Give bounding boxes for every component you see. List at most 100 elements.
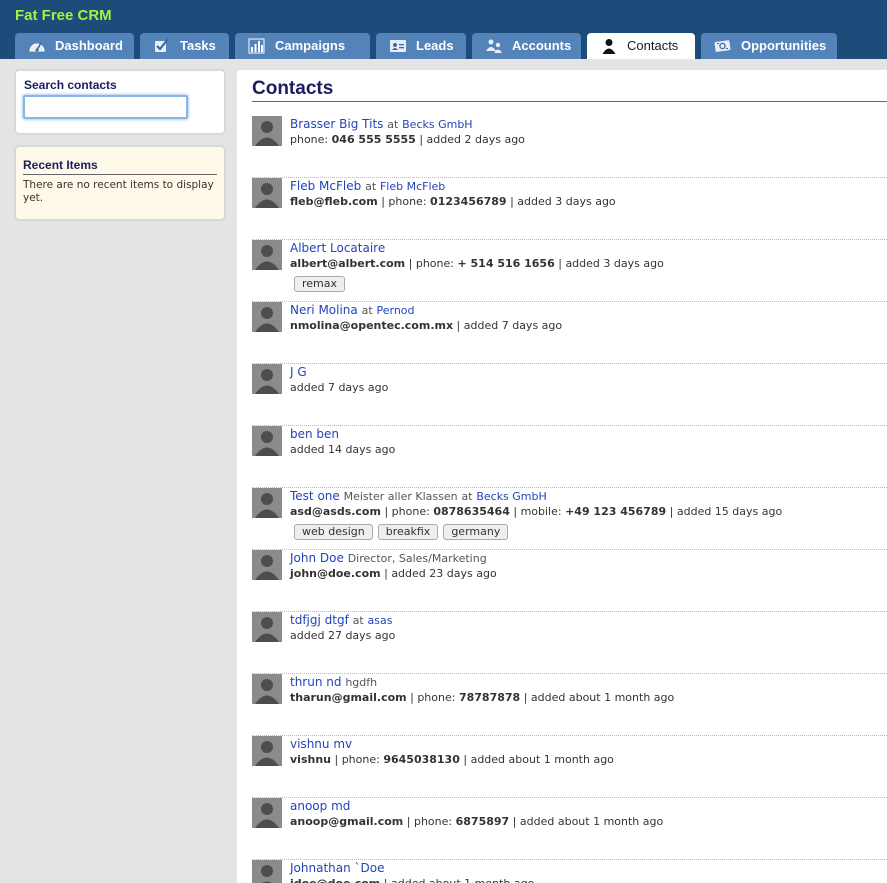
contact-name-link[interactable]: Brasser Big Tits (290, 117, 383, 131)
avatar[interactable] (252, 240, 282, 270)
avatar[interactable] (252, 178, 282, 208)
leads-icon (389, 38, 407, 54)
app-title[interactable]: Fat Free CRM (15, 7, 112, 24)
at-text: at (365, 180, 377, 193)
contact-name-link[interactable]: anoop md (290, 799, 350, 813)
contact-details-line: tharun@gmail.com | phone: 78787878 | add… (290, 690, 674, 706)
tab-contacts[interactable]: Contacts (587, 33, 695, 59)
phone-value: 046 555 5555 (331, 133, 416, 146)
avatar[interactable] (252, 674, 282, 704)
main-content: Contacts Brasser Big Tits at Becks GmbH p… (237, 70, 887, 883)
tag[interactable]: breakfix (377, 524, 439, 540)
avatar[interactable] (252, 116, 282, 146)
phone-value: + 514 516 1656 (457, 257, 555, 270)
separator: | (405, 257, 416, 270)
contact-name-link[interactable]: Johnathan `Doe (290, 861, 385, 875)
tasks-icon (153, 38, 171, 54)
at-text: at (352, 614, 364, 627)
separator: | (406, 691, 418, 704)
tab-label: Campaigns (275, 38, 346, 53)
contact-name-link[interactable]: thrun nd (290, 675, 342, 689)
search-title: Search contacts (24, 78, 117, 92)
tab-campaigns[interactable]: Campaigns (235, 33, 370, 59)
avatar[interactable] (252, 550, 282, 580)
contact-email: vishnu (290, 753, 331, 766)
contact-name-link[interactable]: J G (290, 365, 307, 379)
tag-list: web design breakfix germany (294, 524, 513, 540)
avatar[interactable] (252, 302, 282, 332)
contact-name-link[interactable]: Neri Molina (290, 303, 358, 317)
contact-name-link[interactable]: Fleb McFleb (290, 179, 361, 193)
company-link[interactable]: Becks GmbH (476, 490, 546, 503)
company-link[interactable]: Pernod (376, 304, 414, 317)
contact-name-link[interactable]: vishnu mv (290, 737, 352, 751)
contact-header-line: Fleb McFleb at Fleb McFleb (290, 178, 445, 195)
separator: | (506, 195, 518, 208)
tab-leads[interactable]: Leads (376, 33, 466, 59)
contact-added: added about 1 month ago (391, 877, 534, 883)
avatar[interactable] (252, 612, 282, 642)
contact-header-line: ben ben (290, 426, 339, 442)
tab-dashboard[interactable]: Dashboard (15, 33, 134, 59)
contact-added: added 3 days ago (517, 195, 616, 208)
company-link[interactable]: Becks GmbH (402, 118, 472, 131)
company-link[interactable]: Fleb McFleb (380, 180, 445, 193)
contact-details-line: nmolina@opentec.com.mx | added 7 days ag… (290, 318, 562, 334)
contact-email: john@doe.com (290, 567, 381, 580)
company-link[interactable]: asas (368, 614, 393, 627)
phone-label: phone: (290, 133, 332, 146)
separator: | (403, 815, 414, 828)
contact-header-line: tdfjgj dtgf at asas (290, 612, 392, 629)
tab-accounts[interactable]: Accounts (472, 33, 581, 59)
contact-email: tharun@gmail.com (290, 691, 407, 704)
contact-header-line: anoop md (290, 798, 350, 814)
contact-name-link[interactable]: Albert Locataire (290, 241, 385, 255)
contact-name-link[interactable]: tdfjgj dtgf (290, 613, 349, 627)
contact-phone: phone: 78787878 (417, 691, 520, 704)
tag[interactable]: web design (294, 524, 373, 540)
avatar[interactable] (252, 488, 282, 518)
phone-value: 78787878 (458, 691, 521, 704)
separator: | (377, 195, 389, 208)
contact-added: added about 1 month ago (470, 753, 614, 766)
contact-phone: phone: 0878635464 (392, 505, 510, 518)
contact-name-link[interactable]: John Doe (290, 551, 344, 565)
opportunities-icon (714, 38, 732, 54)
phone-value: 0123456789 (430, 195, 507, 208)
contact-details-line: vishnu | phone: 9645038130 | added about… (290, 752, 614, 768)
contact-added: added 7 days ago (290, 381, 389, 394)
search-input[interactable] (23, 95, 188, 119)
contact-header-line: Neri Molina at Pernod (290, 302, 415, 319)
contact-details-line: jdoe@doe.com | added about 1 month ago (290, 876, 534, 883)
contact-details-line: john@doe.com | added 23 days ago (290, 566, 497, 582)
tab-tasks[interactable]: Tasks (140, 33, 229, 59)
contact-mobile: mobile: +49 123 456789 (521, 505, 667, 518)
tab-opportunities[interactable]: Opportunities (701, 33, 837, 59)
avatar[interactable] (252, 364, 282, 394)
avatar[interactable] (252, 860, 282, 883)
phone-label: phone: (415, 257, 458, 270)
avatar[interactable] (252, 736, 282, 766)
phone-label: phone: (413, 815, 456, 828)
avatar[interactable] (252, 798, 282, 828)
contact-email: anoop@gmail.com (290, 815, 404, 828)
contact-name-link[interactable]: ben ben (290, 427, 339, 441)
contact-added: added 2 days ago (426, 133, 525, 146)
contact-phone: phone: + 514 516 1656 (416, 257, 555, 270)
contact-title: Meister aller Klassen (343, 490, 458, 503)
contact-email: nmolina@opentec.com.mx (290, 319, 454, 332)
mobile-label: mobile: (520, 505, 566, 518)
tag[interactable]: remax (294, 276, 346, 292)
phone-value: 0878635464 (433, 505, 510, 518)
contact-row: J G added 7 days ago (252, 364, 887, 426)
contact-row: Neri Molina at Pernod nmolina@opentec.com… (252, 302, 887, 364)
app-header: Fat Free CRM Dashboard Tasks Campaigns L… (0, 0, 887, 59)
contact-details-line: added 14 days ago (290, 442, 395, 458)
tag[interactable]: germany (443, 524, 509, 540)
avatar[interactable] (252, 426, 282, 456)
contact-name-link[interactable]: Test one (290, 489, 340, 503)
divider (252, 101, 887, 102)
tab-label: Tasks (180, 38, 216, 53)
contact-added: added 15 days ago (676, 505, 783, 518)
separator: | (520, 691, 531, 704)
